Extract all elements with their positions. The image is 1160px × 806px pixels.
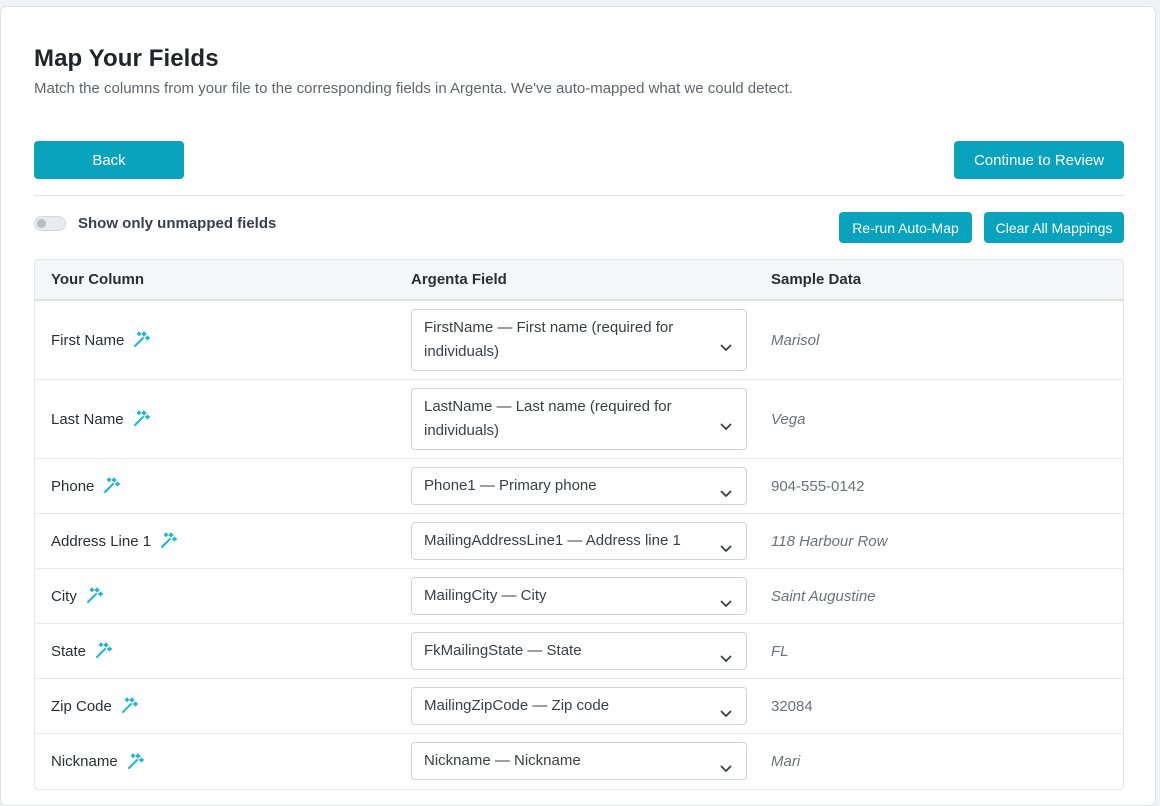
- mapping-table: Your Column Argenta Field Sample Data Fi…: [34, 259, 1124, 790]
- sample-data-cell: Vega: [771, 410, 806, 428]
- column-name: City: [51, 587, 77, 605]
- argenta-field-select[interactable]: FkMailingState — State: [411, 632, 747, 670]
- column-name: Address Line 1: [51, 532, 152, 550]
- clear-all-mappings-button[interactable]: Clear All Mappings: [984, 212, 1124, 243]
- argenta-field-select[interactable]: MailingAddressLine1 — Address line 1: [411, 522, 747, 560]
- header-argenta-field: Argenta Field: [411, 271, 507, 288]
- magic-wand-icon: [120, 697, 138, 715]
- argenta-field-select[interactable]: MailingZipCode — Zip code: [411, 687, 747, 725]
- magic-wand-icon: [132, 410, 150, 428]
- your-column-cell: City: [51, 569, 103, 623]
- selected-field: FirstName — First name (required for ind…: [424, 319, 674, 360]
- table-header: Your Column Argenta Field Sample Data: [35, 260, 1123, 301]
- table-row: City MailingCity — City Saint Augustine: [35, 569, 1123, 624]
- column-name: State: [51, 642, 87, 660]
- page-subtitle: Match the columns from your file to the …: [34, 80, 793, 97]
- argenta-field-select[interactable]: FirstName — First name (required for ind…: [411, 309, 747, 371]
- back-button[interactable]: Back: [34, 141, 184, 179]
- column-name: Phone: [51, 477, 95, 495]
- magic-wand-icon: [126, 753, 144, 771]
- sample-data-cell: 904-555-0142: [771, 477, 865, 495]
- rerun-auto-map-button[interactable]: Re-run Auto-Map: [839, 212, 972, 243]
- your-column-cell: Last Name: [51, 380, 150, 458]
- table-row: Phone Phone1 — Primary phone 904-555-0142: [35, 459, 1123, 514]
- chevron-down-icon: [720, 482, 732, 504]
- selected-field: Phone1 — Primary phone: [424, 477, 597, 494]
- magic-wand-icon: [94, 642, 113, 660]
- chevron-down-icon: [720, 702, 732, 724]
- table-body: First Name FirstName — First name (requir…: [35, 301, 1123, 789]
- table-row: First Name FirstName — First name (requir…: [35, 301, 1123, 380]
- your-column-cell: Phone: [51, 459, 121, 513]
- selected-field: MailingCity — City: [424, 587, 547, 604]
- table-row: Nickname Nickname — Nickname Mari: [35, 734, 1123, 789]
- your-column-cell: Address Line 1: [51, 514, 178, 568]
- mapping-card: Map Your Fields Match the columns from y…: [0, 6, 1156, 806]
- chevron-down-icon: [720, 647, 732, 669]
- your-column-cell: State: [51, 624, 113, 678]
- table-row: Address Line 1 MailingAddressLine1 — Addr…: [35, 514, 1123, 569]
- header-your-column: Your Column: [51, 271, 145, 288]
- table-row: State FkMailingState — State FL: [35, 624, 1123, 679]
- your-column-cell: Nickname: [51, 734, 144, 789]
- header-sample-data: Sample Data: [771, 271, 862, 288]
- argenta-field-select[interactable]: LastName — Last name (required for indiv…: [411, 388, 747, 450]
- selected-field: MailingAddressLine1 — Address line 1: [424, 532, 681, 549]
- chevron-down-icon: [720, 757, 732, 779]
- column-name: Nickname: [51, 753, 118, 770]
- table-row: Zip Code MailingZipCode — Zip code 32084: [35, 679, 1123, 734]
- chevron-down-icon: [720, 415, 732, 439]
- argenta-field-select[interactable]: Nickname — Nickname: [411, 742, 747, 780]
- column-name: Zip Code: [51, 697, 112, 715]
- chevron-down-icon: [720, 537, 732, 559]
- argenta-field-select[interactable]: MailingCity — City: [411, 577, 747, 615]
- sample-data-cell: 32084: [771, 697, 813, 715]
- show-unmapped-label: Show only unmapped fields: [78, 215, 277, 232]
- column-name: Last Name: [51, 410, 124, 428]
- sample-data-cell: 118 Harbour Row: [771, 532, 888, 550]
- continue-to-review-button[interactable]: Continue to Review: [954, 141, 1124, 179]
- selected-field: Nickname — Nickname: [424, 752, 581, 769]
- unmapped-toggle-group: Show only unmapped fields: [34, 215, 276, 232]
- sample-data-cell: FL: [771, 642, 789, 660]
- toggle-knob: [37, 219, 46, 228]
- magic-wand-icon: [159, 532, 178, 550]
- magic-wand-icon: [102, 477, 121, 495]
- sample-data-cell: Mari: [771, 753, 801, 770]
- page-title: Map Your Fields: [34, 45, 219, 72]
- argenta-field-select[interactable]: Phone1 — Primary phone: [411, 467, 747, 505]
- magic-wand-icon: [85, 587, 103, 605]
- show-unmapped-toggle[interactable]: [34, 216, 66, 231]
- chevron-down-icon: [720, 336, 732, 360]
- column-name: First Name: [51, 331, 125, 349]
- your-column-cell: First Name: [51, 301, 151, 379]
- selected-field: FkMailingState — State: [424, 642, 582, 659]
- selected-field: MailingZipCode — Zip code: [424, 697, 610, 714]
- magic-wand-icon: [132, 331, 151, 349]
- your-column-cell: Zip Code: [51, 679, 138, 733]
- sample-data-cell: Saint Augustine: [771, 587, 876, 605]
- chevron-down-icon: [720, 592, 732, 614]
- table-row: Last Name LastName — Last name (required …: [35, 380, 1123, 459]
- selected-field: LastName — Last name (required for indiv…: [424, 398, 672, 439]
- sample-data-cell: Marisol: [771, 331, 820, 349]
- divider: [34, 195, 1124, 196]
